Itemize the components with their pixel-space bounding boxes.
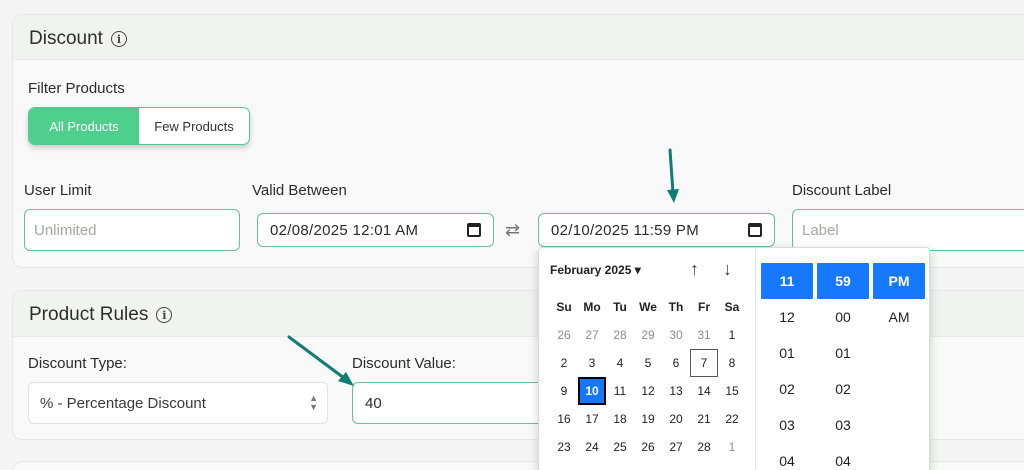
arrow-to-discount-value — [287, 335, 346, 380]
calendar-day-outside[interactable]: 30 — [662, 321, 690, 349]
calendar-day[interactable]: 18 — [606, 405, 634, 433]
calendar-day[interactable]: 13 — [662, 377, 690, 405]
calendar-day[interactable]: 27 — [662, 433, 690, 461]
calendar-day[interactable]: 28 — [690, 433, 718, 461]
calendar-day[interactable]: 5 — [634, 349, 662, 377]
minute-option-selected[interactable]: 59 — [817, 263, 869, 299]
hours-column: 11 12 01 02 03 04 — [761, 263, 813, 470]
minute-option[interactable]: 03 — [817, 407, 869, 443]
arrow-to-end-date — [668, 148, 675, 195]
minute-option[interactable]: 00 — [817, 299, 869, 335]
calendar-day[interactable]: 3 — [578, 349, 606, 377]
hour-option[interactable]: 04 — [761, 443, 813, 470]
calendar-panel: February 2025 ▾ ↑ ↓ Su Mo Tu We Th Fr Sa 26 27 28… — [539, 248, 756, 470]
calendar-day-outside[interactable]: 28 — [606, 321, 634, 349]
calendar-day-outside[interactable]: 31 — [690, 321, 718, 349]
hour-option[interactable]: 01 — [761, 335, 813, 371]
calendar-day-selected[interactable]: 10 — [578, 377, 606, 405]
datetime-picker-popup: February 2025 ▾ ↑ ↓ Su Mo Tu We Th Fr Sa 26 27 28… — [538, 247, 930, 470]
hour-option[interactable]: 12 — [761, 299, 813, 335]
arrowhead — [667, 189, 679, 203]
calendar-day-outside[interactable]: 27 — [578, 321, 606, 349]
calendar-day[interactable]: 23 — [550, 433, 578, 461]
calendar-day[interactable]: 17 — [578, 405, 606, 433]
weekday-header: Sa — [724, 300, 740, 314]
calendar-day[interactable]: 4 — [606, 349, 634, 377]
hour-option[interactable]: 02 — [761, 371, 813, 407]
weekday-header: Su — [556, 300, 572, 314]
arrow-down-icon[interactable]: ↓ — [723, 259, 732, 280]
calendar-day[interactable]: 16 — [550, 405, 578, 433]
page: Discount i Filter Products All Products … — [0, 0, 1024, 470]
calendar-day[interactable]: 9 — [550, 377, 578, 405]
calendar-day[interactable]: 2 — [550, 349, 578, 377]
calendar-day[interactable]: 19 — [634, 405, 662, 433]
meridiem-option-selected[interactable]: PM — [873, 263, 925, 299]
calendar-day[interactable]: 1 — [718, 321, 746, 349]
calendar-day-outside[interactable]: 1 — [718, 433, 746, 461]
weekday-header: Tu — [613, 300, 627, 314]
hour-option[interactable]: 03 — [761, 407, 813, 443]
calendar-day[interactable]: 11 — [606, 377, 634, 405]
calendar-day[interactable]: 20 — [662, 405, 690, 433]
minutes-column: 59 00 01 02 03 04 — [817, 263, 869, 470]
meridiem-column: PM AM — [873, 263, 925, 335]
weekday-header: We — [639, 300, 657, 314]
calendar-day[interactable]: 8 — [718, 349, 746, 377]
meridiem-option[interactable]: AM — [873, 299, 925, 335]
calendar-day[interactable]: 14 — [690, 377, 718, 405]
weekday-header: Mo — [583, 300, 601, 314]
calendar-grid: Su Mo Tu We Th Fr Sa 26 27 28 29 30 31 1 2 3 4 5 6 7 8 9 10 11 1… — [550, 293, 746, 461]
calendar-day[interactable]: 21 — [690, 405, 718, 433]
hour-option-selected[interactable]: 11 — [761, 263, 813, 299]
minute-option[interactable]: 01 — [817, 335, 869, 371]
weekday-header: Th — [668, 300, 684, 314]
calendar-day[interactable]: 7 — [690, 349, 718, 377]
calendar-day[interactable]: 24 — [578, 433, 606, 461]
weekday-header: Fr — [698, 300, 710, 314]
minute-option[interactable]: 04 — [817, 443, 869, 470]
month-year-dropdown[interactable]: February 2025 ▾ — [550, 263, 641, 277]
minute-option[interactable]: 02 — [817, 371, 869, 407]
calendar-day[interactable]: 25 — [606, 433, 634, 461]
calendar-day-outside[interactable]: 26 — [550, 321, 578, 349]
calendar-day[interactable]: 22 — [718, 405, 746, 433]
arrow-up-icon[interactable]: ↑ — [690, 259, 699, 280]
calendar-day[interactable]: 12 — [634, 377, 662, 405]
calendar-day[interactable]: 26 — [634, 433, 662, 461]
calendar-day-outside[interactable]: 29 — [634, 321, 662, 349]
calendar-day[interactable]: 6 — [662, 349, 690, 377]
calendar-day[interactable]: 15 — [718, 377, 746, 405]
